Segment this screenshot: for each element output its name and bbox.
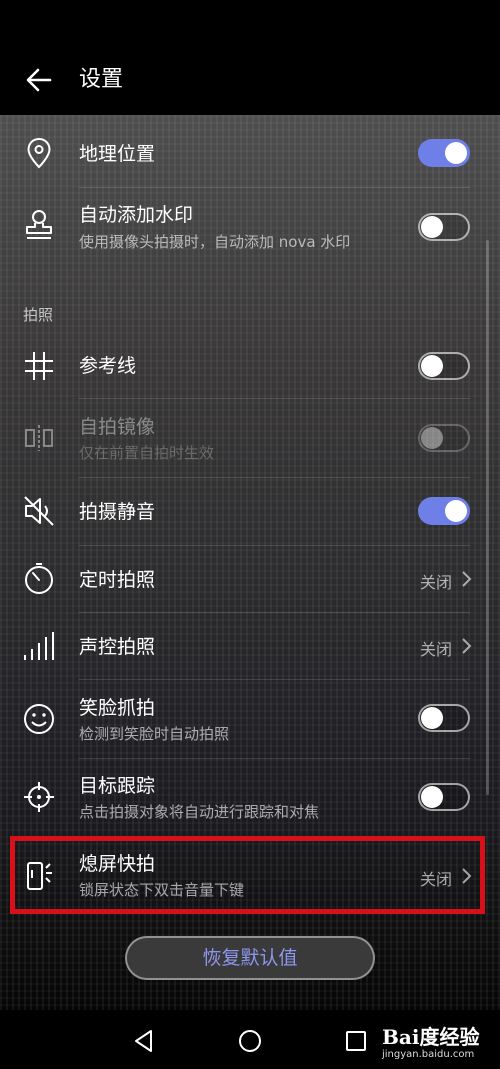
chevron-right-icon (460, 637, 472, 655)
row-label: 地理位置 (79, 143, 156, 165)
row-label: 目标跟踪 (79, 775, 156, 797)
watermark-url: jingyan.baidu.com (382, 1049, 475, 1060)
crosshair-icon (22, 780, 56, 814)
voice-control-row[interactable]: 声控拍照 关闭 (0, 613, 500, 679)
highlight-frame (10, 836, 485, 914)
grid-icon (22, 349, 56, 383)
mirror-icon (22, 421, 56, 455)
nav-recents-icon[interactable] (343, 1028, 369, 1054)
smile-icon (22, 702, 56, 736)
settings-header: 设置 (0, 45, 500, 115)
restore-defaults-button[interactable]: 恢复默认值 (125, 936, 375, 980)
section-header-photo: 拍照 (23, 306, 54, 324)
smile-capture-toggle[interactable] (418, 704, 470, 732)
row-label: 自拍镜像 (79, 416, 156, 438)
row-sublabel: 使用摄像头拍摄时，自动添加 nova 水印 (79, 233, 351, 251)
selfie-mirror-toggle (418, 424, 470, 452)
row-label: 笑脸抓拍 (79, 697, 156, 719)
shutter-mute-row[interactable]: 拍摄静音 (0, 478, 500, 544)
row-label: 定时拍照 (79, 569, 156, 591)
stamp-icon (22, 208, 56, 242)
gridlines-row[interactable]: 参考线 (0, 334, 500, 398)
object-tracking-row[interactable]: 目标跟踪 点击拍摄对象将自动进行跟踪和对焦 (0, 759, 500, 835)
gridlines-toggle[interactable] (418, 352, 470, 380)
voice-control-value: 关闭 (420, 640, 453, 659)
shutter-mute-toggle[interactable] (418, 497, 470, 525)
back-arrow-icon[interactable] (24, 65, 54, 95)
smile-capture-row[interactable]: 笑脸抓拍 检测到笑脸时自动拍照 (0, 680, 500, 758)
nav-back-icon[interactable] (131, 1028, 157, 1054)
timer-row[interactable]: 定时拍照 关闭 (0, 546, 500, 612)
row-sublabel: 仅在前置自拍时生效 (79, 444, 215, 462)
watermark-logo: Bai度经验 (382, 1025, 480, 1049)
row-label: 自动添加水印 (79, 204, 194, 226)
timer-value: 关闭 (420, 573, 453, 592)
location-row[interactable]: 地理位置 (0, 120, 500, 186)
row-sublabel: 点击拍摄对象将自动进行跟踪和对焦 (79, 803, 320, 821)
speaker-mute-icon (22, 494, 56, 528)
location-toggle[interactable] (418, 139, 470, 167)
row-label: 参考线 (79, 355, 137, 377)
page-title: 设置 (79, 67, 124, 92)
chevron-right-icon (460, 570, 472, 588)
nav-home-icon[interactable] (237, 1028, 263, 1054)
row-label: 拍摄静音 (79, 501, 156, 523)
audio-bars-icon (22, 629, 56, 663)
location-pin-icon (22, 136, 56, 170)
row-sublabel: 检测到笑脸时自动拍照 (79, 725, 230, 743)
object-tracking-toggle[interactable] (418, 783, 470, 811)
baidu-jingyan-watermark: Bai度经验 jingyan.baidu.com (382, 1017, 500, 1067)
timer-icon (22, 562, 56, 596)
selfie-mirror-row: 自拍镜像 仅在前置自拍时生效 (0, 399, 500, 477)
row-label: 声控拍照 (79, 636, 156, 658)
scrollbar[interactable] (486, 240, 489, 795)
watermark-toggle[interactable] (418, 213, 470, 241)
watermark-row[interactable]: 自动添加水印 使用摄像头拍摄时，自动添加 nova 水印 (0, 188, 500, 266)
